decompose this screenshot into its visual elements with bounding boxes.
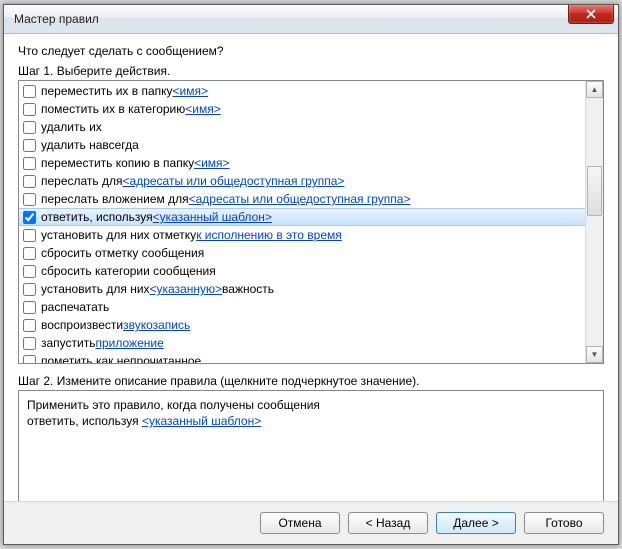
template-link[interactable]: <указанный шаблон> [142, 414, 261, 428]
action-link[interactable]: <указанную> [150, 281, 223, 297]
actions-scroll-area[interactable]: переместить их в папку <имя>поместить их… [19, 81, 585, 363]
action-row[interactable]: установить для них отметку к исполнению … [19, 226, 585, 244]
cancel-button[interactable]: Отмена [260, 512, 340, 534]
action-link[interactable]: звукозапись [123, 317, 190, 333]
scrollbar-thumb[interactable] [587, 166, 602, 216]
chevron-down-icon: ▼ [591, 350, 599, 359]
action-link[interactable]: <указанный шаблон> [153, 209, 272, 225]
vertical-scrollbar[interactable]: ▲ ▼ [585, 81, 603, 363]
action-checkbox[interactable] [23, 121, 36, 134]
action-text-post: важность [222, 281, 274, 297]
action-link[interactable]: <имя> [185, 101, 220, 117]
action-checkbox[interactable] [23, 193, 36, 206]
action-row[interactable]: удалить навсегда [19, 136, 585, 154]
action-link[interactable]: <имя> [194, 155, 229, 171]
finish-button[interactable]: Готово [524, 512, 604, 534]
action-checkbox[interactable] [23, 103, 36, 116]
action-text-pre: установить для них отметку [41, 227, 196, 243]
titlebar[interactable]: Мастер правил [4, 5, 618, 34]
action-checkbox[interactable] [23, 283, 36, 296]
action-text-pre: удалить их [41, 119, 102, 135]
close-button[interactable] [568, 5, 614, 24]
action-link[interactable]: <адресаты или общедоступная группа> [123, 173, 345, 189]
action-row[interactable]: распечатать [19, 298, 585, 316]
action-text-pre: переслать вложением для [41, 191, 189, 207]
scroll-up-button[interactable]: ▲ [586, 81, 603, 98]
action-text-pre: сбросить отметку сообщения [41, 245, 204, 261]
action-link[interactable]: к исполнению в это время [196, 227, 342, 243]
action-row[interactable]: удалить их [19, 118, 585, 136]
action-row[interactable]: переслать для <адресаты или общедоступна… [19, 172, 585, 190]
action-text-pre: установить для них [41, 281, 150, 297]
next-button[interactable]: Далее > [436, 512, 516, 534]
chevron-up-icon: ▲ [591, 85, 599, 94]
action-text-pre: распечатать [41, 299, 109, 315]
rules-wizard-window: Мастер правил Что следует сделать с сооб… [3, 4, 619, 545]
action-checkbox[interactable] [23, 229, 36, 242]
action-checkbox[interactable] [23, 355, 36, 364]
action-row[interactable]: пометить как непрочитанное [19, 352, 585, 363]
action-row[interactable]: запустить приложение [19, 334, 585, 352]
action-row[interactable]: переместить копию в папку <имя> [19, 154, 585, 172]
action-link[interactable]: приложение [96, 335, 164, 351]
action-link[interactable]: <имя> [173, 83, 208, 99]
step2-label: Шаг 2. Измените описание правила (щелкни… [18, 374, 604, 388]
action-checkbox[interactable] [23, 247, 36, 260]
action-text-pre: переместить копию в папку [41, 155, 194, 171]
actions-listbox: переместить их в папку <имя>поместить их… [18, 80, 604, 364]
action-checkbox[interactable] [23, 139, 36, 152]
description-line2-pre: ответить, используя [27, 414, 142, 428]
window-title: Мастер правил [14, 12, 99, 26]
close-icon [586, 9, 596, 19]
action-row[interactable]: установить для них <указанную> важность [19, 280, 585, 298]
action-text-pre: переслать для [41, 173, 123, 189]
action-row[interactable]: воспроизвести звукозапись [19, 316, 585, 334]
rule-description-box: Применить это правило, когда получены со… [18, 390, 604, 501]
action-checkbox[interactable] [23, 175, 36, 188]
action-row[interactable]: сбросить отметку сообщения [19, 244, 585, 262]
action-link[interactable]: <адресаты или общедоступная группа> [189, 191, 411, 207]
action-row[interactable]: поместить их в категорию <имя> [19, 100, 585, 118]
instruction-text: Что следует сделать с сообщением? [18, 44, 604, 58]
action-checkbox[interactable] [23, 301, 36, 314]
action-text-pre: ответить, используя [41, 209, 153, 225]
back-button[interactable]: < Назад [348, 512, 428, 534]
action-checkbox[interactable] [23, 211, 36, 224]
action-text-pre: воспроизвести [41, 317, 123, 333]
action-checkbox[interactable] [23, 337, 36, 350]
action-text-pre: переместить их в папку [41, 83, 173, 99]
action-text-pre: запустить [41, 335, 96, 351]
action-text-pre: поместить их в категорию [41, 101, 185, 117]
description-line1: Применить это правило, когда получены со… [27, 397, 595, 413]
action-row[interactable]: переслать вложением для <адресаты или об… [19, 190, 585, 208]
action-row[interactable]: сбросить категории сообщения [19, 262, 585, 280]
description-line2: ответить, используя <указанный шаблон> [27, 413, 595, 429]
action-checkbox[interactable] [23, 319, 36, 332]
action-checkbox[interactable] [23, 265, 36, 278]
action-text-pre: сбросить категории сообщения [41, 263, 216, 279]
action-checkbox[interactable] [23, 157, 36, 170]
content-area: Что следует сделать с сообщением? Шаг 1.… [4, 34, 618, 501]
button-bar: Отмена < Назад Далее > Готово [4, 501, 618, 544]
step1-label: Шаг 1. Выберите действия. [18, 64, 604, 78]
action-text-pre: пометить как непрочитанное [41, 353, 201, 363]
action-text-pre: удалить навсегда [41, 137, 139, 153]
action-row[interactable]: ответить, используя <указанный шаблон> [19, 208, 585, 226]
scroll-down-button[interactable]: ▼ [586, 346, 603, 363]
action-checkbox[interactable] [23, 85, 36, 98]
action-row[interactable]: переместить их в папку <имя> [19, 82, 585, 100]
scrollbar-track[interactable] [586, 98, 603, 346]
